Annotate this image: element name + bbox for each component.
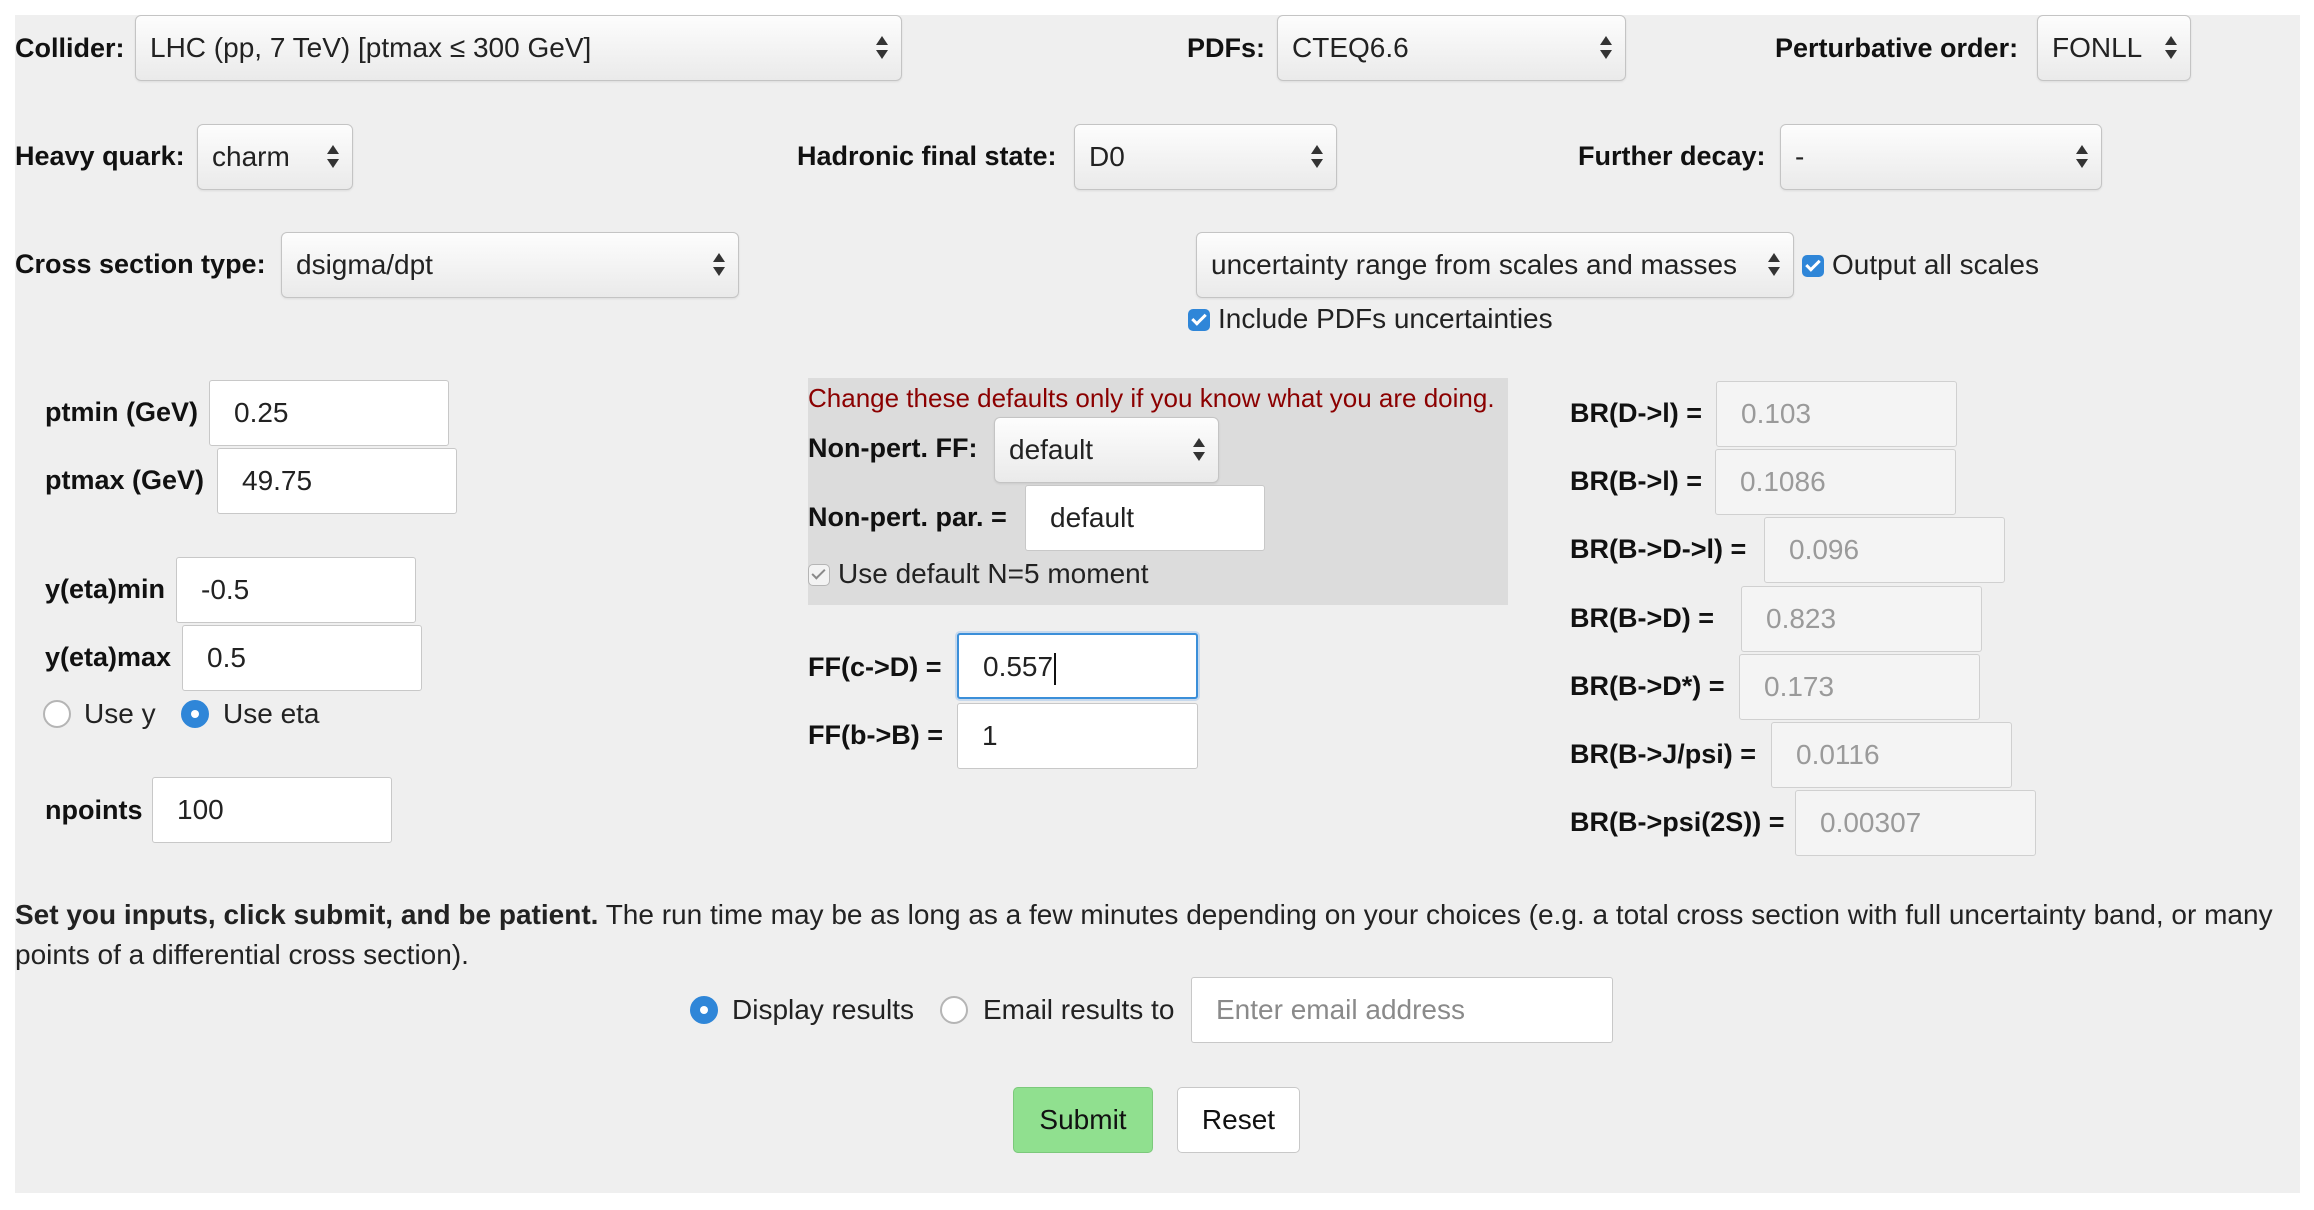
yeta-min-input[interactable]: -0.5 [176,557,416,623]
collider-label: Collider: [15,33,125,63]
form-panel: Collider: LHC (pp, 7 TeV) [ptmax ≤ 300 G… [15,15,2300,1193]
ptmin-label: ptmin (GeV) [45,397,198,427]
br-label: BR(B->l) = [1570,466,1703,496]
br-label: BR(B->D->l) = [1570,534,1747,564]
cross-section-type-label: Cross section type: [15,249,266,279]
pdfs-select[interactable]: CTEQ6.6 [1277,15,1626,81]
ff-b-to-b-label: FF(b->B) = [808,720,943,750]
select-arrows-icon [1310,125,1324,189]
non-pert-par-label: Non-pert. par. = [808,502,1007,532]
ptmin-input[interactable]: 0.25 [209,380,449,446]
reset-button[interactable]: Reset [1177,1087,1300,1153]
display-results-radio[interactable] [690,996,718,1024]
select-arrows-icon [712,233,726,297]
uncertainty-select[interactable]: uncertainty range from scales and masses [1196,232,1794,298]
pdfs-label: PDFs: [1187,33,1266,63]
email-results-radio[interactable] [940,996,968,1024]
heavy-quark-value: charm [212,141,290,172]
submit-button[interactable]: Submit [1013,1087,1153,1153]
cross-section-type-value: dsigma/dpt [296,249,433,280]
br-input[interactable]: 0.823 [1741,586,1982,652]
yeta-min-label: y(eta)min [45,574,166,604]
ff-b-to-b-input[interactable]: 1 [957,703,1198,769]
npoints-label: npoints [45,795,143,825]
further-decay-label: Further decay: [1578,141,1766,171]
use-eta-radio[interactable] [181,700,209,728]
br-label: BR(B->J/psi) = [1570,739,1757,769]
br-input[interactable]: 0.103 [1716,381,1957,447]
collider-select[interactable]: LHC (pp, 7 TeV) [ptmax ≤ 300 GeV] [135,15,902,81]
br-label: BR(D->l) = [1570,398,1703,428]
br-input[interactable]: 0.096 [1764,517,2005,583]
further-decay-value: - [1795,141,1805,172]
br-label: BR(B->D*) = [1570,671,1725,701]
include-pdf-uncertainties-label: Include PDFs uncertainties [1218,303,1553,334]
non-pert-par-input[interactable]: default [1025,485,1265,551]
perturbative-order-select[interactable]: FONLL [2037,15,2191,81]
use-y-radio[interactable] [43,700,71,728]
ff-c-to-d-input[interactable]: 0.557 [957,633,1198,699]
text-caret [1054,652,1057,685]
heavy-quark-label: Heavy quark: [15,141,185,171]
ptmax-input[interactable]: 49.75 [217,448,457,514]
collider-value: LHC (pp, 7 TeV) [ptmax ≤ 300 GeV] [150,32,592,63]
npoints-input[interactable]: 100 [152,777,392,843]
display-results-label: Display results [732,994,915,1025]
pdfs-value: CTEQ6.6 [1292,32,1409,63]
non-pert-ff-label: Non-pert. FF: [808,433,978,463]
use-y-label: Use y [84,698,156,729]
select-arrows-icon [1192,418,1206,482]
hadronic-final-state-value: D0 [1089,141,1125,172]
br-label: BR(B->D) = [1570,603,1715,633]
non-pert-ff-value: default [1009,434,1094,465]
email-input[interactable]: Enter email address [1191,977,1613,1043]
perturbative-order-label: Perturbative order: [1775,33,2019,63]
select-arrows-icon [2164,16,2178,80]
output-all-scales-label: Output all scales [1832,249,2039,280]
select-arrows-icon [326,125,340,189]
use-eta-label: Use eta [223,698,320,729]
default-moment-checkbox[interactable] [808,564,830,586]
cross-section-type-select[interactable]: dsigma/dpt [281,232,739,298]
further-decay-select[interactable]: - [1780,124,2102,190]
submit-note: Set you inputs, click submit, and be pat… [15,895,2295,975]
select-arrows-icon [1599,16,1613,80]
perturbative-order-value: FONLL [2052,32,2143,63]
ptmax-label: ptmax (GeV) [45,465,205,495]
hadronic-final-state-label: Hadronic final state: [797,141,1057,171]
output-all-scales-checkbox[interactable] [1802,255,1824,277]
yeta-max-input[interactable]: 0.5 [182,625,422,691]
select-arrows-icon [2075,125,2089,189]
br-input[interactable]: 0.0116 [1771,722,2012,788]
ff-c-to-d-label: FF(c->D) = [808,652,942,682]
select-arrows-icon [1767,233,1781,297]
yeta-max-label: y(eta)max [45,642,172,672]
select-arrows-icon [875,16,889,80]
advanced-warning: Change these defaults only if you know w… [808,383,1495,413]
br-label: BR(B->psi(2S)) = [1570,807,1785,837]
br-input[interactable]: 0.1086 [1715,449,1956,515]
email-results-label: Email results to [983,994,1175,1025]
include-pdf-uncertainties-checkbox[interactable] [1188,309,1210,331]
br-input[interactable]: 0.00307 [1795,790,2036,856]
default-moment-label: Use default N=5 moment [838,558,1149,589]
submit-note-bold: Set you inputs, click submit, and be pat… [15,899,599,930]
heavy-quark-select[interactable]: charm [197,124,353,190]
ff-c-to-d-value: 0.557 [983,651,1054,682]
br-input[interactable]: 0.173 [1739,654,1980,720]
non-pert-ff-select[interactable]: default [994,417,1219,483]
hadronic-final-state-select[interactable]: D0 [1074,124,1337,190]
uncertainty-value: uncertainty range from scales and masses [1211,249,1738,280]
